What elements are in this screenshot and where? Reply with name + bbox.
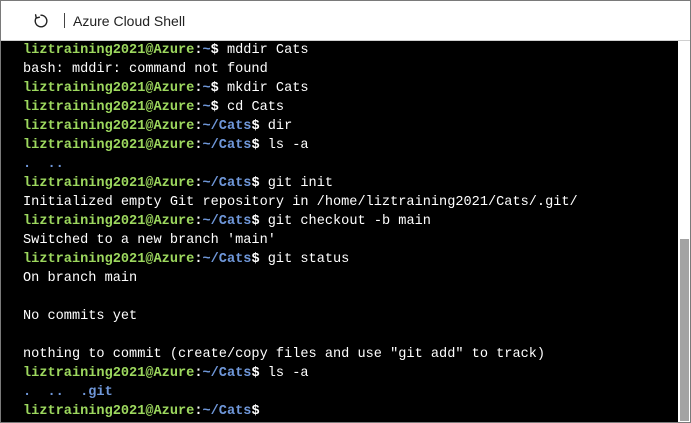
prompt-dollar: $	[210, 43, 219, 58]
prompt-dollar: $	[251, 138, 260, 153]
prompt-dollar: $	[251, 252, 260, 267]
prompt-path: ~/Cats	[202, 214, 252, 229]
prompt-dollar: $	[251, 404, 260, 419]
prompt-dollar: $	[210, 81, 219, 96]
output-line: On branch main	[23, 271, 138, 286]
scrollbar[interactable]	[678, 41, 690, 422]
scrollbar-thumb[interactable]	[680, 239, 689, 421]
prompt-path: ~/Cats	[202, 404, 252, 419]
prompt-line: liztraining2021@Azure:~/Cats$ ls -a	[23, 136, 673, 155]
command-text: mkdir Cats	[218, 81, 309, 96]
prompt-user-host: liztraining2021@Azure	[23, 214, 195, 229]
output-line: No commits yet	[23, 309, 138, 324]
window-title: Azure Cloud Shell	[73, 12, 186, 29]
command-text: git init	[259, 176, 334, 191]
prompt-dollar: $	[251, 214, 260, 229]
title-bar: Azure Cloud Shell	[1, 1, 690, 41]
prompt-user-host: liztraining2021@Azure	[23, 404, 195, 419]
prompt-path: ~/Cats	[202, 138, 252, 153]
output-line: bash: mddir: command not found	[23, 62, 268, 77]
prompt-line: liztraining2021@Azure:~/Cats$ dir	[23, 117, 673, 136]
prompt-user-host: liztraining2021@Azure	[23, 138, 195, 153]
prompt-line: liztraining2021@Azure:~/Cats$ git init	[23, 174, 673, 193]
command-text: git status	[259, 252, 350, 267]
title-separator	[64, 13, 65, 28]
prompt-user-host: liztraining2021@Azure	[23, 100, 195, 115]
command-text: mddir Cats	[218, 43, 309, 58]
command-text: dir	[259, 119, 293, 134]
command-text: cd Cats	[218, 100, 285, 115]
prompt-path: ~/Cats	[202, 176, 252, 191]
prompt-dollar: $	[251, 176, 260, 191]
command-text: ls -a	[259, 366, 309, 381]
prompt-line: liztraining2021@Azure:~/Cats$	[23, 402, 673, 421]
prompt-line: liztraining2021@Azure:~$ mkdir Cats	[23, 79, 673, 98]
prompt-line: liztraining2021@Azure:~/Cats$ ls -a	[23, 364, 673, 383]
prompt-path: ~	[202, 100, 211, 115]
prompt-dollar: $	[251, 366, 260, 381]
output-line: Initialized empty Git repository in /hom…	[23, 195, 578, 210]
command-text: git checkout -b main	[259, 214, 431, 229]
command-text: ls -a	[259, 138, 309, 153]
prompt-dollar: $	[251, 119, 260, 134]
prompt-line: liztraining2021@Azure:~/Cats$ git status	[23, 250, 673, 269]
prompt-line: liztraining2021@Azure:~$ cd Cats	[23, 98, 673, 117]
refresh-icon[interactable]	[32, 12, 50, 30]
terminal-output[interactable]: liztraining2021@Azure:~$ mddir Cats bash:…	[23, 41, 673, 422]
prompt-user-host: liztraining2021@Azure	[23, 176, 195, 191]
prompt-user-host: liztraining2021@Azure	[23, 43, 195, 58]
prompt-user-host: liztraining2021@Azure	[23, 119, 195, 134]
prompt-path: ~	[202, 43, 211, 58]
prompt-path: ~/Cats	[202, 119, 252, 134]
prompt-line: liztraining2021@Azure:~$ mddir Cats	[23, 41, 673, 60]
directory-listing: . ..	[23, 157, 64, 172]
output-line: nothing to commit (create/copy files and…	[23, 347, 546, 362]
prompt-line: liztraining2021@Azure:~/Cats$ git checko…	[23, 212, 673, 231]
prompt-user-host: liztraining2021@Azure	[23, 366, 195, 381]
directory-listing: . .. .git	[23, 385, 113, 400]
prompt-dollar: $	[210, 100, 219, 115]
cloud-shell-window: Azure Cloud Shell liztraining2021@Azure:…	[0, 0, 691, 423]
output-line: Switched to a new branch 'main'	[23, 233, 276, 248]
prompt-user-host: liztraining2021@Azure	[23, 81, 195, 96]
prompt-user-host: liztraining2021@Azure	[23, 252, 195, 267]
prompt-path: ~/Cats	[202, 366, 252, 381]
prompt-path: ~/Cats	[202, 252, 252, 267]
prompt-path: ~	[202, 81, 211, 96]
